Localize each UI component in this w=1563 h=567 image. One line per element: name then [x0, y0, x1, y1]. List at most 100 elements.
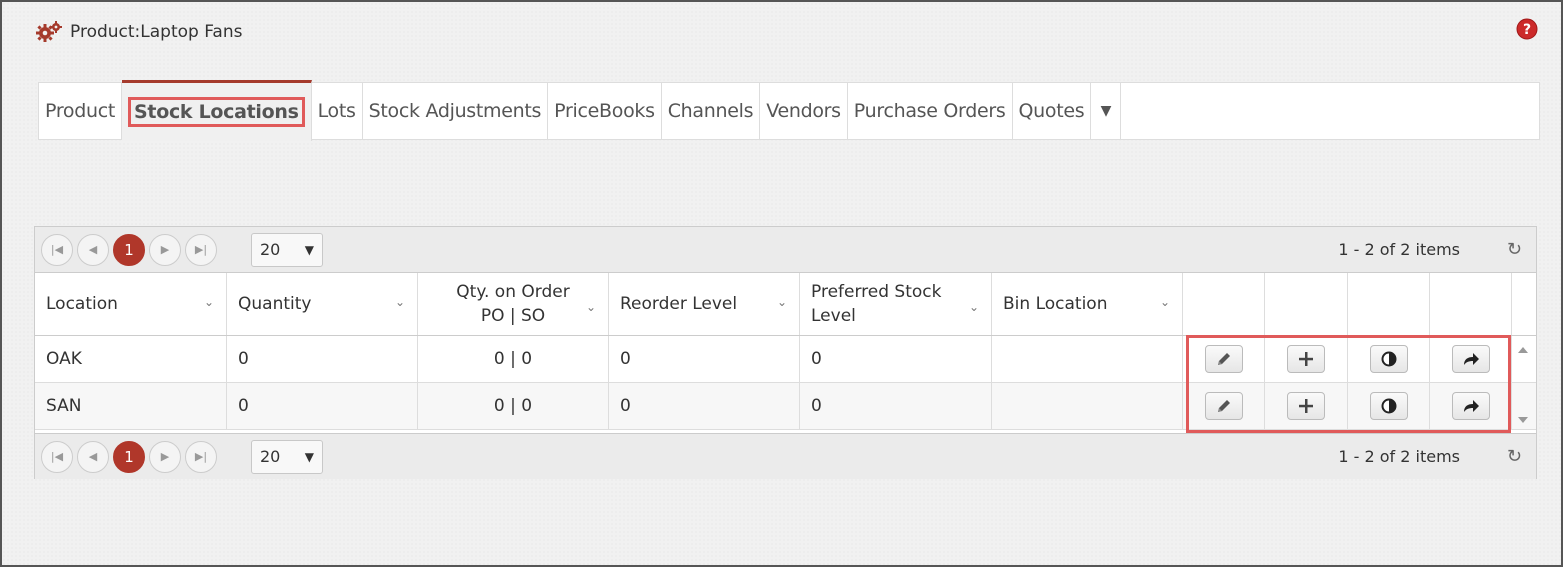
toggle-button[interactable]: [1369, 392, 1408, 420]
cell-reorder-level: 0: [609, 336, 800, 382]
cell-action: [1430, 383, 1512, 429]
page-size-select[interactable]: 20 ▼: [251, 232, 323, 267]
add-button[interactable]: [1287, 345, 1325, 373]
tab-stock-adjustments[interactable]: Stock Adjustments: [363, 83, 549, 139]
add-button[interactable]: [1287, 392, 1325, 420]
tab-label: Stock Adjustments: [368, 100, 542, 122]
tab-stock-locations[interactable]: Stock Locations: [122, 80, 312, 141]
toggle-button[interactable]: [1369, 345, 1408, 373]
last-page-icon: ▶|: [194, 243, 208, 256]
last-page-button[interactable]: ▶|: [185, 233, 217, 266]
pager-info: 1 - 2 of 2 items: [1338, 447, 1460, 466]
cell-action: [1265, 383, 1348, 429]
next-page-button[interactable]: ▶: [149, 233, 181, 266]
column-menu-icon[interactable]: ⌄: [395, 295, 405, 309]
cell-location: SAN: [35, 383, 227, 429]
scroll-up-icon: [1518, 347, 1528, 353]
col-header-sublabel: PO | SO: [480, 306, 546, 326]
share-button[interactable]: [1451, 345, 1490, 373]
column-menu-icon[interactable]: ⌄: [586, 295, 596, 319]
first-page-icon: |◀: [50, 243, 64, 256]
contrast-icon: [1381, 351, 1396, 367]
tab-pricebooks[interactable]: PriceBooks: [548, 83, 662, 139]
column-menu-icon[interactable]: ⌄: [777, 295, 787, 309]
prev-page-button[interactable]: ◀: [77, 440, 109, 473]
cell-action: [1183, 336, 1265, 382]
current-page-button[interactable]: 1: [113, 440, 145, 473]
tab-label: Channels: [667, 100, 754, 122]
first-page-button[interactable]: |◀: [41, 233, 73, 266]
tab-label: Stock Locations: [128, 97, 305, 127]
tab-quotes[interactable]: Quotes: [1013, 83, 1092, 139]
col-header-scroll: [1512, 273, 1536, 335]
plus-icon: [1299, 399, 1313, 413]
cell-action: [1348, 383, 1430, 429]
column-menu-icon[interactable]: ⌄: [1160, 295, 1170, 309]
tab-purchase-orders[interactable]: Purchase Orders: [848, 83, 1013, 139]
gears-icon: [36, 21, 62, 43]
help-icon[interactable]: ?: [1516, 18, 1538, 40]
tab-label: Vendors: [766, 100, 841, 122]
col-header-qty-on-order[interactable]: Qty. on Order PO | SO ⌄: [418, 273, 609, 335]
col-header-reorder-level[interactable]: Reorder Level ⌄: [609, 273, 800, 335]
cell-preferred-stock-level: 0: [800, 336, 992, 382]
tab-product[interactable]: Product: [39, 83, 123, 139]
cell-qty-on-order: 0 | 0: [418, 383, 609, 429]
refresh-icon[interactable]: ↻: [1507, 239, 1522, 260]
window-frame: Product:Laptop Fans ? Product Stock Loca…: [0, 0, 1563, 567]
col-header-preferred-stock-level[interactable]: Preferred Stock Level ⌄: [800, 273, 992, 335]
tab-lots[interactable]: Lots: [312, 83, 363, 139]
cell-location: OAK: [35, 336, 227, 382]
next-page-button[interactable]: ▶: [149, 440, 181, 473]
edit-button[interactable]: [1204, 392, 1243, 420]
caret-down-icon: ▼: [304, 449, 314, 464]
contrast-icon: [1381, 398, 1396, 414]
column-menu-icon[interactable]: ⌄: [969, 295, 979, 319]
col-header-bin-location[interactable]: Bin Location ⌄: [992, 273, 1183, 335]
cell-preferred-stock-level: 0: [800, 383, 992, 429]
cell-action: [1348, 336, 1430, 382]
table-row[interactable]: SAN 0 0 | 0 0 0: [35, 383, 1536, 430]
prev-page-button[interactable]: ◀: [77, 233, 109, 266]
vertical-scrollbar[interactable]: [1511, 337, 1535, 433]
tab-channels[interactable]: Channels: [662, 83, 761, 139]
pencil-icon: [1217, 400, 1230, 412]
page-size-value: 20: [260, 240, 281, 259]
col-header-quantity[interactable]: Quantity ⌄: [227, 273, 418, 335]
pager-top: |◀ ◀ 1 ▶ ▶| 20 ▼ 1 - 2 of 2 items ↻: [35, 227, 1536, 273]
tab-label: Product: [45, 100, 116, 122]
tab-label: Quotes: [1018, 100, 1085, 122]
col-header-action-share: [1430, 273, 1512, 335]
cell-quantity: 0: [227, 336, 418, 382]
prev-page-icon: ◀: [88, 450, 98, 463]
col-header-action-edit: [1183, 273, 1265, 335]
edit-button[interactable]: [1204, 345, 1243, 373]
plus-icon: [1299, 352, 1313, 366]
table-row[interactable]: OAK 0 0 | 0 0 0: [35, 336, 1536, 383]
col-header-label: Reorder Level: [620, 294, 738, 314]
next-page-icon: ▶: [160, 243, 170, 256]
page-title: Product:Laptop Fans: [70, 22, 243, 42]
page-size-select[interactable]: 20 ▼: [251, 439, 323, 474]
cell-bin-location: [992, 383, 1183, 429]
stock-locations-grid: |◀ ◀ 1 ▶ ▶| 20 ▼ 1 - 2 of 2 items ↻ Loca…: [34, 226, 1537, 479]
col-header-label: Bin Location: [1003, 294, 1108, 314]
column-menu-icon[interactable]: ⌄: [204, 295, 214, 309]
cell-quantity: 0: [227, 383, 418, 429]
col-header-location[interactable]: Location ⌄: [35, 273, 227, 335]
tab-vendors[interactable]: Vendors: [760, 83, 848, 139]
col-header-action-add: [1265, 273, 1348, 335]
cell-action: [1430, 336, 1512, 382]
current-page-button[interactable]: 1: [113, 233, 145, 266]
cell-action: [1265, 336, 1348, 382]
pager-info: 1 - 2 of 2 items: [1338, 240, 1460, 259]
col-header-label: Quantity: [238, 294, 312, 314]
tab-more-dropdown[interactable]: ▼: [1091, 83, 1122, 139]
tab-label: PriceBooks: [554, 100, 655, 122]
cell-reorder-level: 0: [609, 383, 800, 429]
page-size-value: 20: [260, 447, 281, 466]
share-button[interactable]: [1451, 392, 1490, 420]
refresh-icon[interactable]: ↻: [1507, 446, 1522, 467]
last-page-button[interactable]: ▶|: [185, 440, 217, 473]
first-page-button[interactable]: |◀: [41, 440, 73, 473]
